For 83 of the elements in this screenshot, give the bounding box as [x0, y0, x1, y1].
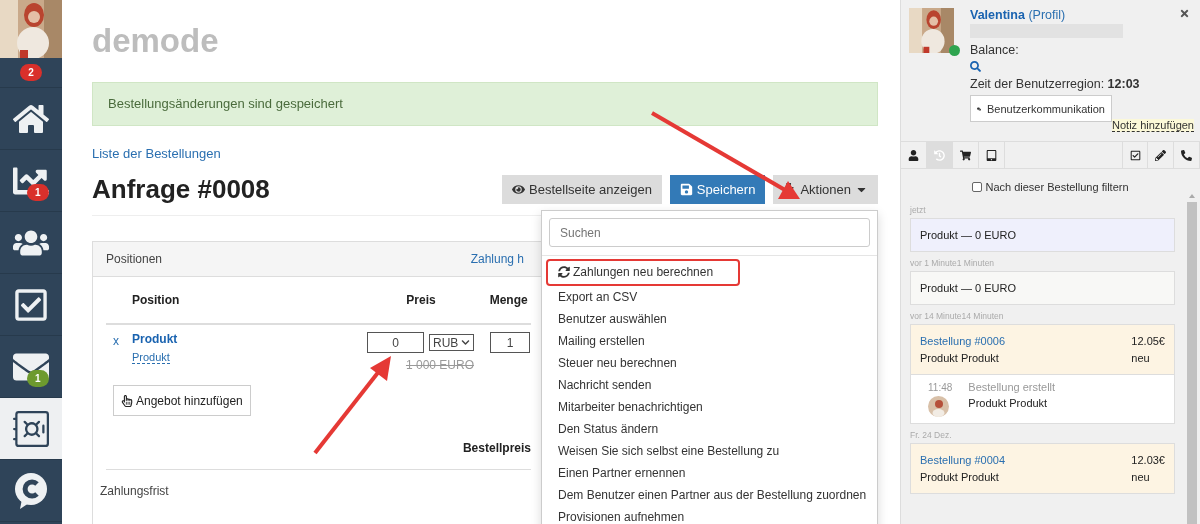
price-field[interactable]: 0	[367, 332, 424, 353]
payment-deadline-label: Zahlungsfrist	[100, 484, 169, 498]
nav-item[interactable]: 1	[0, 150, 62, 212]
feed-text: Produkt — 0 EURO	[920, 282, 1017, 294]
payment-link[interactable]: Zahlung h	[470, 252, 524, 266]
menu-item[interactable]: Steuer neu berechnen	[542, 352, 877, 374]
eye-icon	[512, 183, 525, 196]
product-variant-link[interactable]: Produkt	[132, 351, 170, 364]
count-badge: 1	[27, 370, 49, 387]
notification-badge: 2	[20, 64, 42, 81]
cart-icon	[960, 149, 971, 161]
menu-item[interactable]: Mailing erstellen	[542, 330, 877, 352]
column-header: Menge	[489, 293, 528, 307]
region-time: Zeit der Benutzerregion: 12:03	[970, 77, 1140, 91]
view-button[interactable]: Bestellseite anzeigen	[502, 175, 662, 204]
tablet-icon	[986, 149, 997, 161]
column-header: Position	[132, 293, 180, 307]
search-icon[interactable]	[970, 61, 981, 72]
actions-button[interactable]: Aktionen	[773, 175, 878, 204]
order-link[interactable]: Bestellung #0004	[920, 454, 1132, 466]
menu-item[interactable]: Nachricht senden	[542, 374, 877, 396]
order-items: Produkt Produkt	[920, 352, 1000, 364]
menu-item[interactable]: Einen Partner ernennen	[542, 462, 877, 484]
feed-time: vor 1 Minute1 Minuten	[910, 258, 996, 268]
order-amount: 12.05€	[1131, 335, 1165, 347]
product-link[interactable]: Produkt	[132, 332, 367, 346]
currency-select[interactable]: RUB	[429, 334, 474, 351]
column-header: Preis	[406, 293, 436, 307]
history-icon	[934, 149, 945, 161]
chevron-icon	[461, 338, 470, 347]
menu-item[interactable]: Benutzer auswählen	[542, 308, 877, 330]
panel-tab[interactable]	[1122, 142, 1148, 168]
checkbox[interactable]	[972, 182, 983, 192]
menu-item[interactable]: Mitarbeiter benachrichtigen	[542, 396, 877, 418]
order-status: neu	[1131, 471, 1151, 483]
add-note-link[interactable]: Notiz hinzufügen	[1112, 119, 1194, 132]
add-offer-button[interactable]: Angebot hinzufügen	[113, 385, 251, 416]
old-price: 1 000 EURO	[404, 358, 474, 372]
page-title: Anfrage #0008	[92, 174, 270, 205]
customer-name-link[interactable]: Valentina	[970, 8, 1025, 22]
order-status: neu	[1131, 352, 1151, 364]
menu-item[interactable]: Den Status ändern	[542, 418, 877, 440]
event-title: Bestellung erstellt	[968, 381, 1056, 393]
feed-time: jetzt	[910, 205, 927, 215]
user-icon	[908, 149, 919, 161]
menu-item[interactable]: Zahlungen neu berechnen	[546, 259, 740, 286]
safe-icon	[13, 410, 49, 447]
chat-logo-icon	[15, 472, 47, 509]
save-button[interactable]: Speichern	[669, 175, 766, 204]
search-field[interactable]: Suchen	[549, 218, 870, 247]
panel-title: Positionen	[106, 252, 163, 266]
feed-time: Fr. 24 Dez.	[910, 430, 953, 440]
count-badge: 1	[27, 184, 49, 201]
remove-link[interactable]: x	[106, 332, 132, 385]
menu-item[interactable]: Export an CSV	[542, 286, 877, 308]
hand-pointer-icon	[121, 394, 133, 407]
contact-button[interactable]: Benutzerkommunikation	[970, 95, 1112, 122]
order-link[interactable]: Bestellung #0006	[920, 335, 1132, 347]
checkbox-icon	[1129, 149, 1141, 161]
nav-item[interactable]	[0, 398, 62, 460]
floppy-icon	[679, 183, 693, 196]
profile-link[interactable]: (Profil)	[1028, 8, 1066, 22]
balance-label: Balance:	[970, 43, 1020, 57]
brand-title: demode	[92, 22, 220, 60]
total-label: Bestellpreis	[462, 441, 531, 455]
feed-time: vor 14 Minute14 Minuten	[910, 311, 1005, 321]
pencil-icon	[1155, 149, 1166, 161]
refresh-icon	[558, 266, 570, 278]
feed-text: Produkt — 0 EURO	[920, 229, 1017, 241]
success-alert: Bestellungsänderungen sind gespeichert	[92, 82, 878, 126]
back-link[interactable]: Liste der Bestellungen	[92, 146, 221, 161]
quantity-field[interactable]: 1	[490, 332, 530, 353]
filter-checkbox[interactable]: Nach dieser Bestellung filtern	[901, 181, 1200, 193]
checkbox-icon	[13, 286, 49, 323]
event-time: 11:48	[928, 382, 953, 393]
order-amount: 12.03€	[1131, 454, 1165, 466]
event-text: Produkt Produkt	[968, 397, 1049, 409]
phone-icon	[1181, 149, 1192, 161]
menu-item[interactable]: Weisen Sie sich selbst eine Bestellung zu	[542, 440, 877, 462]
menu-item[interactable]: Dem Benutzer einen Partner aus der Bestellung zuordnen	[542, 484, 877, 506]
order-items: Produkt Produkt	[920, 471, 1000, 483]
close-icon[interactable]	[1179, 8, 1190, 19]
menu-item[interactable]: Provisionen aufnehmen	[542, 506, 877, 524]
